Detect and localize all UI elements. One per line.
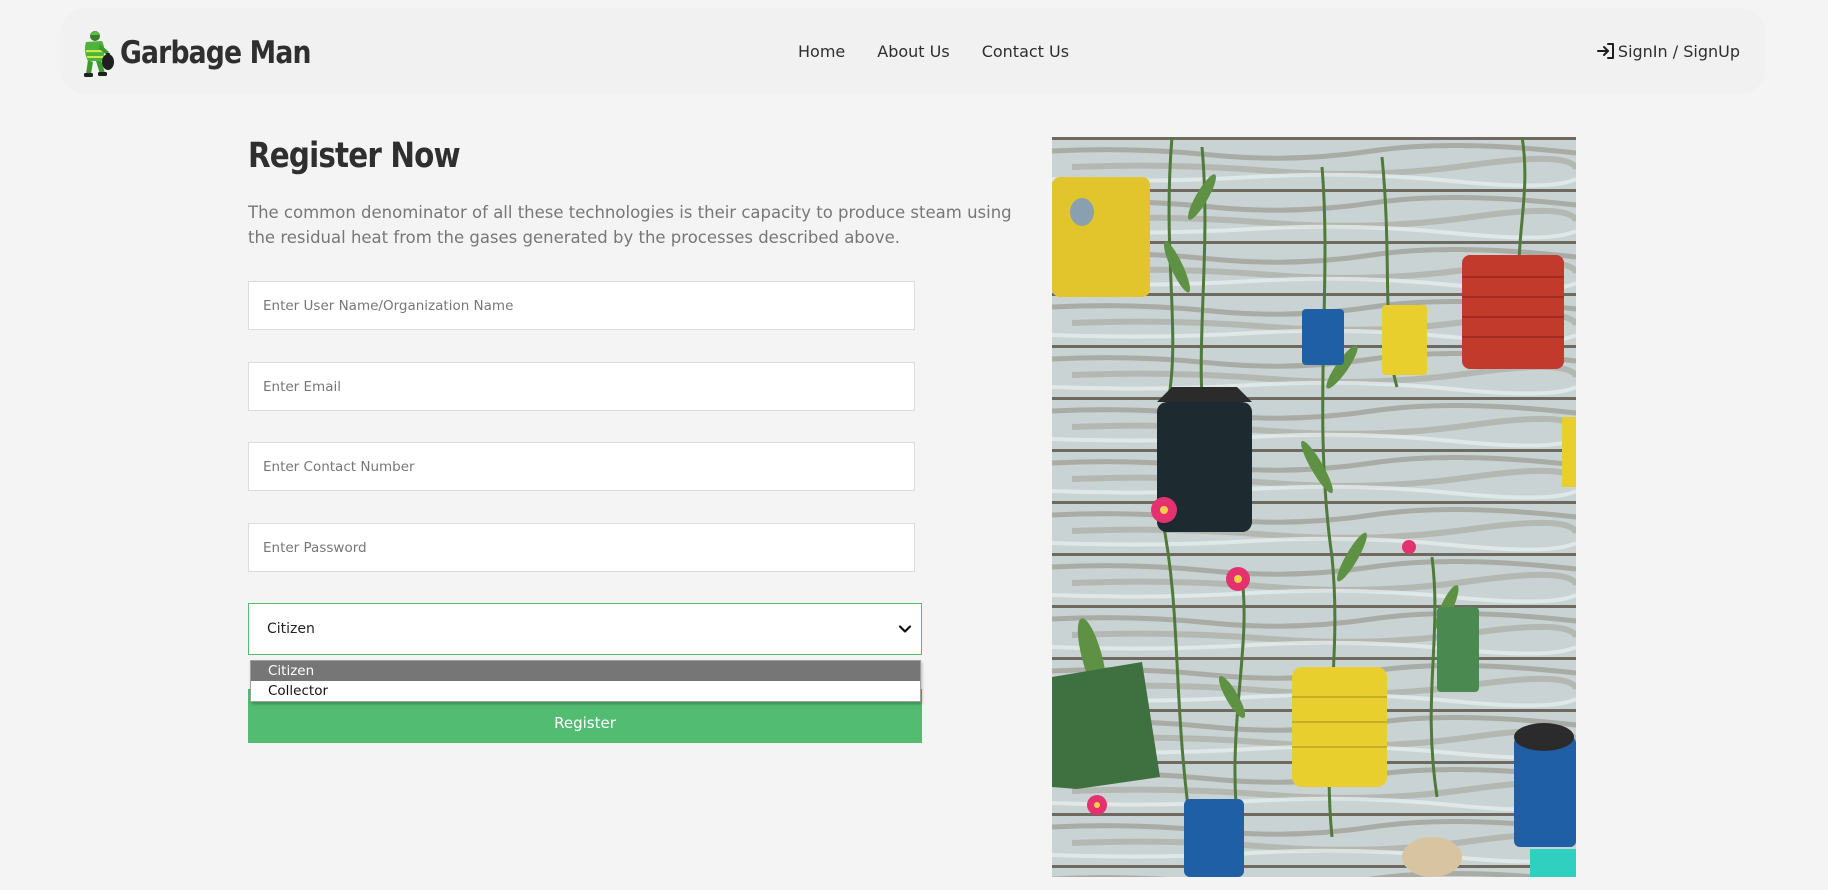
role-dropdown-list: Citizen Collector (250, 660, 921, 702)
role-option-collector[interactable]: Collector (251, 681, 920, 701)
nav-link-home[interactable]: Home (798, 42, 845, 61)
signin-label: SignIn / SignUp (1617, 41, 1740, 61)
brand-name: Garbage Man (120, 35, 311, 71)
role-select-value: Citizen (267, 621, 315, 637)
nav-link-contact-us[interactable]: Contact Us (982, 42, 1069, 61)
brand[interactable]: Garbage Man (78, 28, 342, 78)
email-input[interactable] (248, 362, 915, 411)
role-select[interactable]: Citizen (248, 603, 922, 655)
nav-link-about-us[interactable]: About Us (877, 42, 949, 61)
role-option-citizen[interactable]: Citizen (251, 661, 920, 681)
chevron-down-icon (898, 625, 912, 633)
navbar: Garbage Man Home About Us Contact Us Sig… (60, 8, 1766, 94)
hero-image (1052, 137, 1576, 877)
main-nav: Home About Us Contact Us (798, 8, 1101, 94)
page-description: The common denominator of all these tech… (248, 203, 1012, 247)
hanging-planters-illustration (1052, 137, 1576, 877)
sign-in-arrow-icon (1596, 43, 1614, 59)
page-title: Register Now (248, 136, 461, 176)
garbage-man-logo-icon (84, 31, 114, 77)
signin-signup-link[interactable]: SignIn / SignUp (1596, 8, 1740, 94)
username-input[interactable] (248, 281, 915, 330)
contact-number-input[interactable] (248, 442, 915, 491)
password-input[interactable] (248, 523, 915, 572)
